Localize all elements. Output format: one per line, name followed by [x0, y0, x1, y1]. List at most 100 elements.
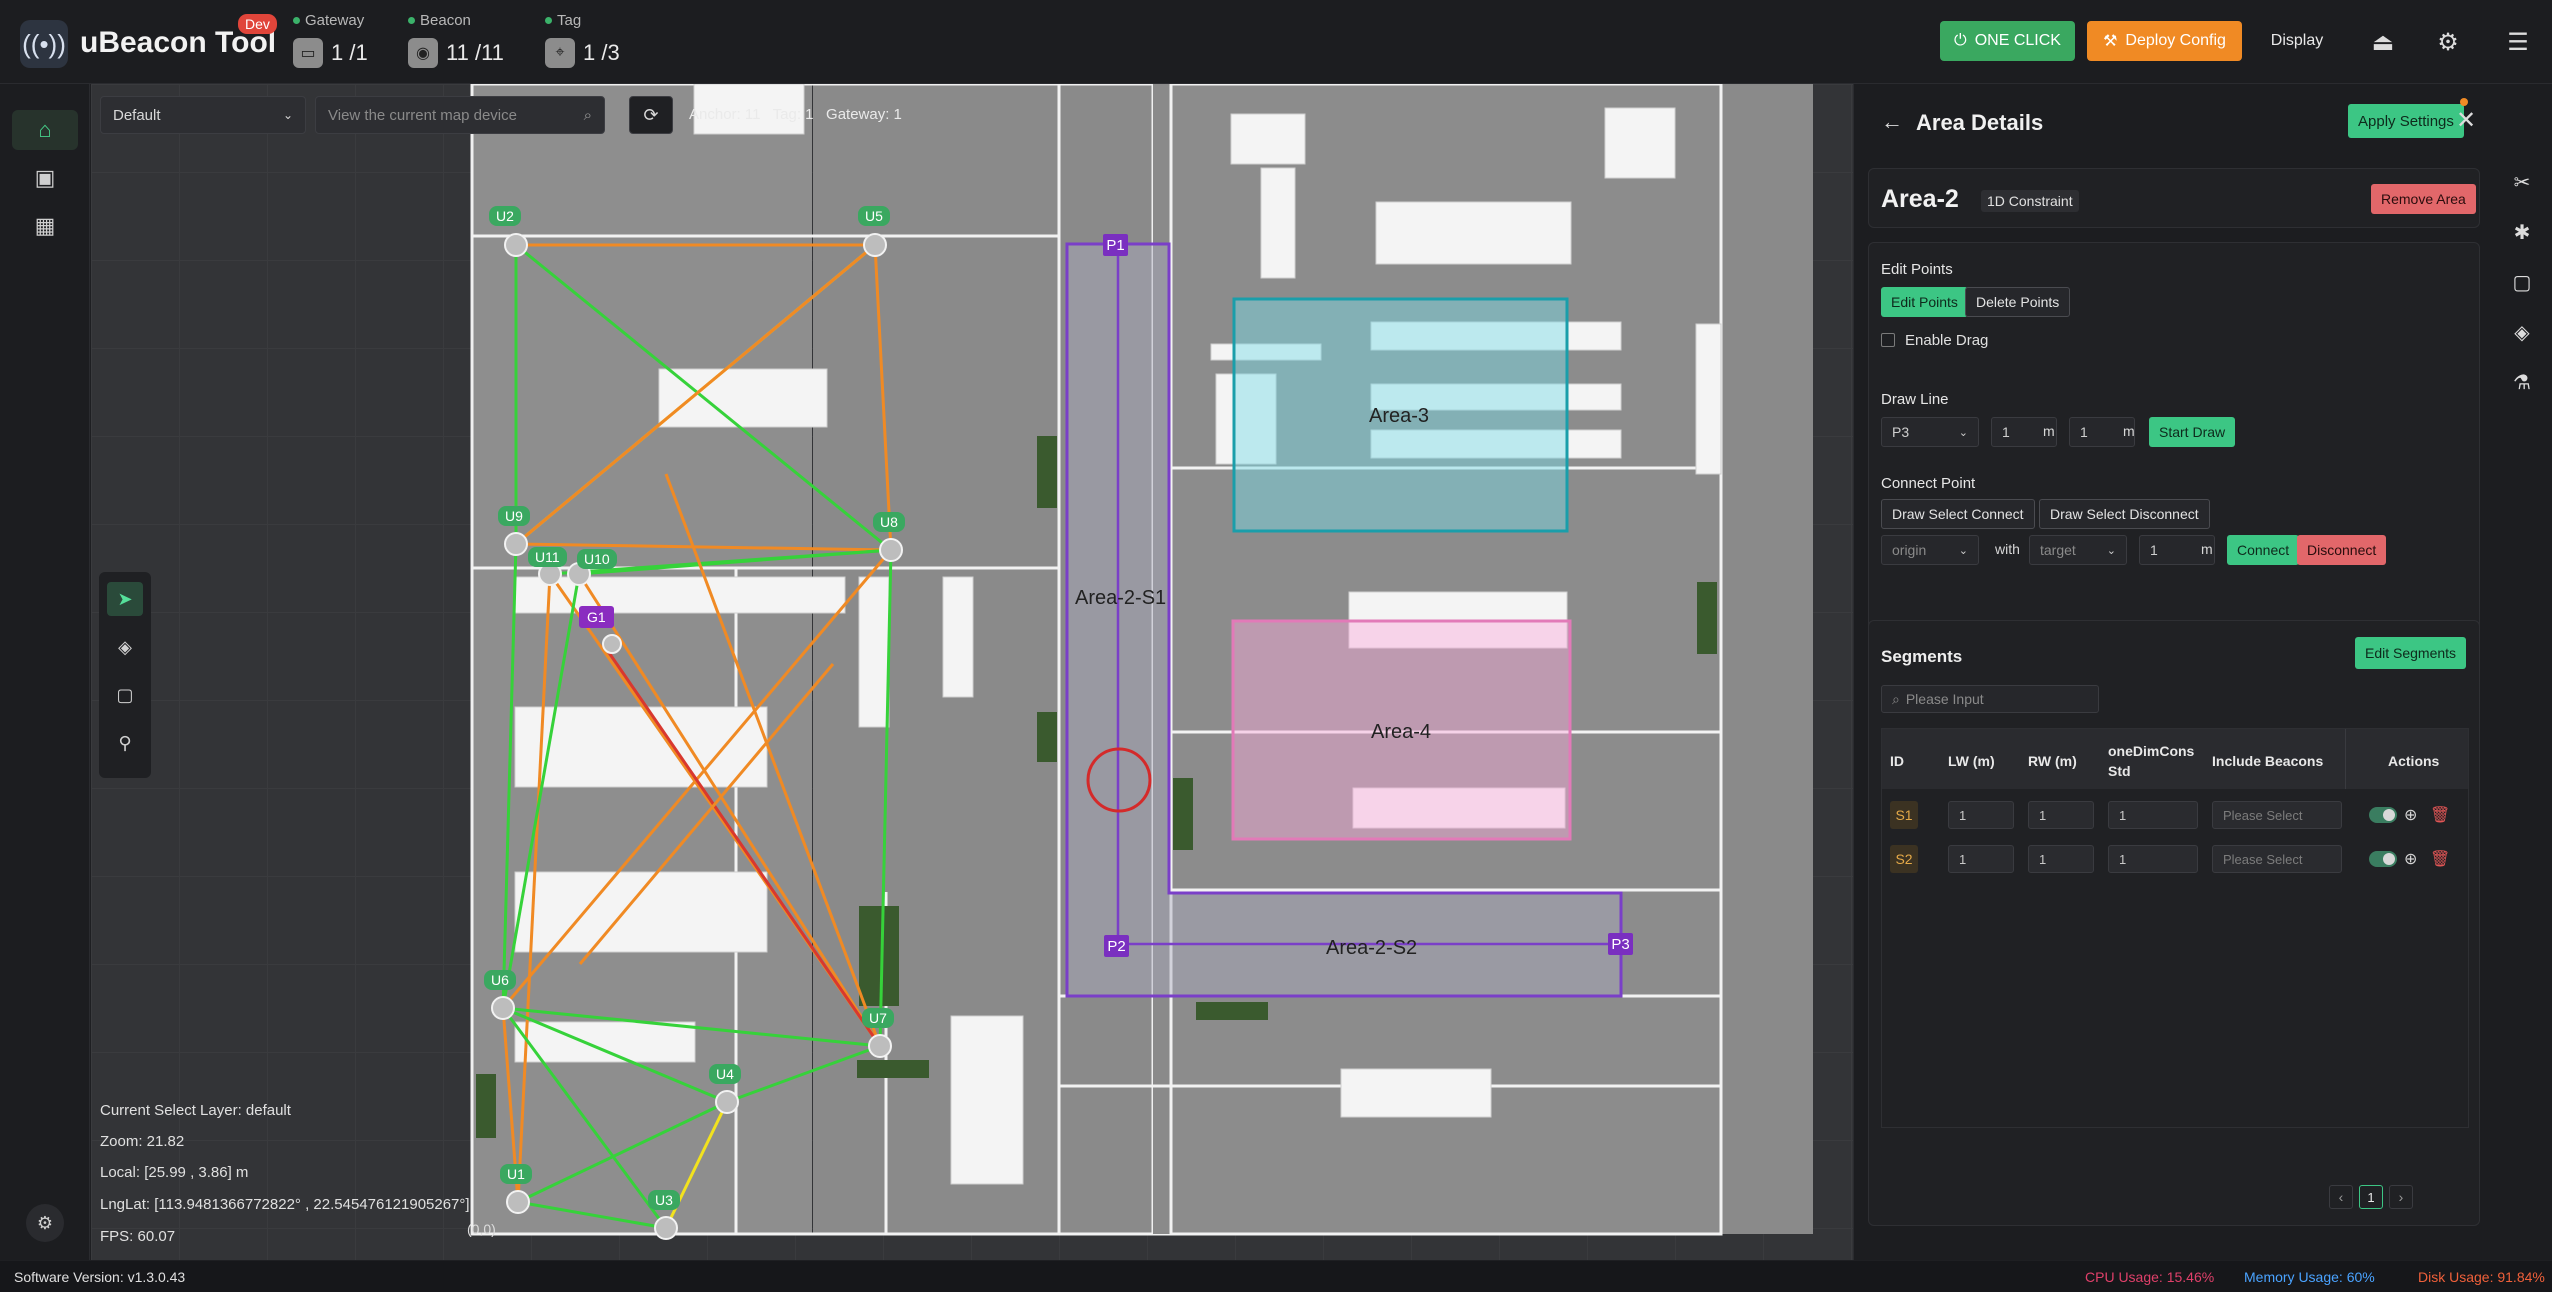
draw-select-disconnect-button[interactable]: Draw Select Disconnect	[2039, 499, 2210, 529]
building-nav-icon[interactable]: ▦	[12, 206, 78, 246]
locate-icon[interactable]: ⊕	[2404, 805, 2417, 825]
alarm-icon[interactable]: ⏏	[2365, 24, 2401, 60]
col-include-beacons: Include Beacons	[2212, 753, 2324, 769]
draw-line-point-value: P3	[1892, 424, 1910, 440]
lw-value: 1	[1959, 851, 1967, 867]
col-rw: RW (m)	[2028, 753, 2077, 769]
lw-input[interactable]: 1	[1948, 801, 2014, 829]
flask-icon[interactable]: ⚗	[2504, 364, 2540, 400]
beacon-stat-value: 11 /11	[446, 40, 504, 65]
unit-label: m	[2043, 423, 2055, 439]
bug-icon[interactable]: ✱	[2504, 214, 2540, 250]
rw-input[interactable]: 1	[2028, 845, 2094, 873]
area-icon[interactable]: ▢	[2504, 264, 2540, 300]
segments-search-input[interactable]: ⌕ Please Input	[1881, 685, 2099, 713]
layers-icon[interactable]: ◈	[107, 630, 143, 664]
devices-nav-icon[interactable]: ▣	[12, 158, 78, 198]
display-button[interactable]: Display	[2262, 21, 2332, 61]
draw-select-connect-button[interactable]: Draw Select Connect	[1881, 499, 2035, 529]
map-canvas[interactable]: Area-2-S1 Area-2-S2 Area-3 Area-4 (0,0) …	[91, 84, 1853, 1260]
anchor-u7[interactable]: U7	[862, 1008, 894, 1028]
tools-icon[interactable]: ✂	[2504, 164, 2540, 200]
anchor-u11[interactable]: U11	[528, 547, 567, 567]
anchor-u3[interactable]: U3	[648, 1190, 680, 1210]
disk-usage: Disk Usage: 91.84%	[2418, 1269, 2545, 1285]
std-input[interactable]: 1	[2108, 845, 2198, 873]
gear-icon[interactable]: ⚙	[2430, 24, 2466, 60]
device-search-placeholder: View the current map device	[328, 106, 517, 124]
deploy-config-button[interactable]: ⚒ Deploy Config	[2087, 21, 2242, 61]
origin-placeholder: origin	[1892, 542, 1927, 558]
remove-area-button[interactable]: Remove Area	[2371, 184, 2476, 214]
delete-points-button[interactable]: Delete Points	[1965, 287, 2071, 317]
gateway-icon: ▭	[293, 38, 323, 68]
current-layer-info: Current Select Layer: default	[100, 1102, 291, 1119]
anchor-u1[interactable]: U1	[500, 1164, 532, 1184]
anchor-u9[interactable]: U9	[498, 506, 530, 526]
lw-input[interactable]: 1	[1948, 845, 2014, 873]
col-lw: LW (m)	[1948, 753, 1995, 769]
device-counts: Anchor: 11 Tag: 1 Gateway: 1	[689, 106, 902, 123]
ruler-icon[interactable]: ⚲	[107, 726, 143, 760]
tag-icon: ⌖	[545, 38, 575, 68]
menu-icon[interactable]: ☰	[2500, 24, 2536, 60]
panel-title: Area Details	[1916, 110, 2044, 135]
trash-icon[interactable]: 🗑	[2430, 805, 2450, 825]
segment-toggle[interactable]	[2369, 851, 2397, 867]
beacons-placeholder: Please Select	[2223, 807, 2303, 823]
enable-drag-label: Enable Drag	[1905, 332, 1989, 349]
back-arrow-icon[interactable]: ←	[1874, 104, 1910, 140]
connect-button[interactable]: Connect	[2227, 535, 2300, 565]
next-page-icon[interactable]: ›	[2389, 1185, 2413, 1209]
status-footer: Software Version: v1.3.0.43 CPU Usage: 1…	[0, 1261, 2552, 1292]
lw-value: 1	[1959, 807, 1967, 823]
anchor-u8[interactable]: U8	[873, 512, 905, 532]
dev-badge: Dev	[238, 14, 277, 34]
map-nav-icon[interactable]: ⌂	[12, 110, 78, 150]
locate-icon[interactable]: ⊕	[2404, 849, 2417, 869]
settings-nav-icon[interactable]: ⚙	[26, 1204, 64, 1242]
anchor-u4[interactable]: U4	[709, 1064, 741, 1084]
point-p1[interactable]: P1	[1103, 234, 1128, 256]
memory-usage: Memory Usage: 60%	[2244, 1269, 2375, 1285]
unit-label: m	[2123, 423, 2135, 439]
close-icon[interactable]: ✕	[2448, 102, 2484, 138]
disconnect-button[interactable]: Disconnect	[2297, 535, 2387, 565]
display-label: Display	[2270, 32, 2324, 49]
start-draw-button[interactable]: Start Draw	[2149, 417, 2236, 447]
beacons-select[interactable]: Please Select	[2212, 801, 2342, 829]
apply-settings-button[interactable]: Apply Settings	[2348, 104, 2464, 138]
edit-points-button[interactable]: Edit Points	[1881, 287, 1968, 317]
edit-segments-button[interactable]: Edit Segments	[2355, 637, 2467, 669]
area-select-icon[interactable]: ▢	[107, 678, 143, 712]
gateway-g1[interactable]: G1	[579, 606, 614, 628]
layer-select[interactable]: Default ⌄	[100, 96, 306, 134]
beacons-select[interactable]: Please Select	[2212, 845, 2342, 873]
origin-select[interactable]: origin ⌄	[1881, 535, 1979, 565]
point-p3[interactable]: P3	[1608, 933, 1633, 955]
trash-icon[interactable]: 🗑	[2430, 849, 2450, 869]
page-1-button[interactable]: 1	[2359, 1185, 2383, 1209]
target-select[interactable]: target ⌄	[2029, 535, 2127, 565]
prev-page-icon[interactable]: ‹	[2329, 1185, 2353, 1209]
software-version: Software Version: v1.3.0.43	[14, 1269, 186, 1285]
layers-icon[interactable]: ◈	[2504, 314, 2540, 350]
beacons-placeholder: Please Select	[2223, 851, 2303, 867]
segment-toggle[interactable]	[2369, 807, 2397, 823]
segments-table: ID LW (m) RW (m) oneDimCons Std Include …	[1881, 728, 2469, 1128]
anchor-u2[interactable]: U2	[489, 206, 521, 226]
draw-line-point-select[interactable]: P3 ⌄	[1881, 417, 1979, 447]
app-logo-icon: ((•))	[20, 20, 68, 68]
search-icon: ⌕	[583, 106, 592, 124]
one-click-button[interactable]: ⏻ ONE CLICK	[1940, 21, 2075, 61]
refresh-icon[interactable]: ⟳	[629, 96, 673, 134]
enable-drag-checkbox[interactable]	[1881, 333, 1895, 347]
anchor-u6[interactable]: U6	[484, 970, 516, 990]
anchor-u5[interactable]: U5	[858, 206, 890, 226]
pointer-icon[interactable]: ➤	[107, 582, 143, 616]
anchor-u10[interactable]: U10	[577, 549, 617, 569]
point-p2[interactable]: P2	[1104, 935, 1129, 957]
std-input[interactable]: 1	[2108, 801, 2198, 829]
device-search-input[interactable]: View the current map device ⌕	[315, 96, 605, 134]
rw-input[interactable]: 1	[2028, 801, 2094, 829]
